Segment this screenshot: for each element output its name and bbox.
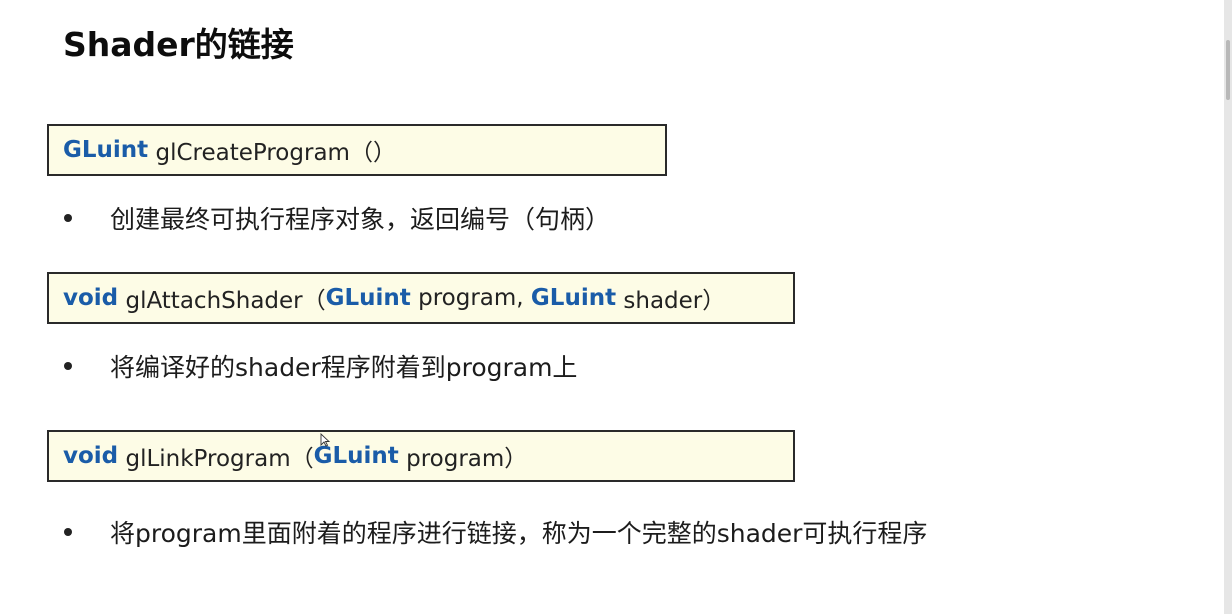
param-name: shader） [616, 288, 726, 314]
slide-title: Shader的链接 [63, 25, 294, 64]
mouse-cursor-icon [320, 433, 330, 447]
code-box-glcreateprogram: GLuint glCreateProgram（） [47, 124, 667, 176]
function-signature: glCreateProgram（） [148, 140, 396, 166]
return-type-keyword: void [63, 285, 119, 311]
bullet-item-glattachshader: 将编译好的shader程序附着到program上 [60, 348, 577, 384]
bullet-dot-icon [64, 214, 72, 222]
bullet-text: 将program里面附着的程序进行链接，称为一个完整的shader可执行程序 [110, 519, 928, 548]
scrollbar[interactable] [1224, 0, 1232, 614]
bullet-text: 将编译好的shader程序附着到program上 [110, 353, 578, 382]
code-box-gllinkprogram: void glLinkProgram（ GLuint program） [47, 430, 795, 482]
bullet-item-glcreateprogram: 创建最终可执行程序对象，返回编号（句柄） [60, 200, 610, 236]
param-name: program, [410, 285, 531, 311]
function-name: glAttachShader（ [118, 288, 326, 314]
return-type-keyword: void [63, 443, 119, 469]
return-type-keyword: GLuint [63, 137, 149, 163]
bullet-dot-icon [64, 528, 72, 536]
param-type-keyword: GLuint [530, 285, 617, 311]
code-box-glattachshader: void glAttachShader（ GLuint program, GLui… [47, 272, 795, 324]
bullet-item-gllinkprogram: 将program里面附着的程序进行链接，称为一个完整的shader可执行程序 [60, 514, 927, 550]
scrollbar-thumb[interactable] [1226, 40, 1230, 100]
function-name: glLinkProgram（ [118, 446, 314, 472]
bullet-text: 创建最终可执行程序对象，返回编号（句柄） [110, 205, 611, 234]
param-name: program） [398, 446, 528, 472]
bullet-dot-icon [64, 362, 72, 370]
param-type-keyword: GLuint [325, 285, 411, 311]
